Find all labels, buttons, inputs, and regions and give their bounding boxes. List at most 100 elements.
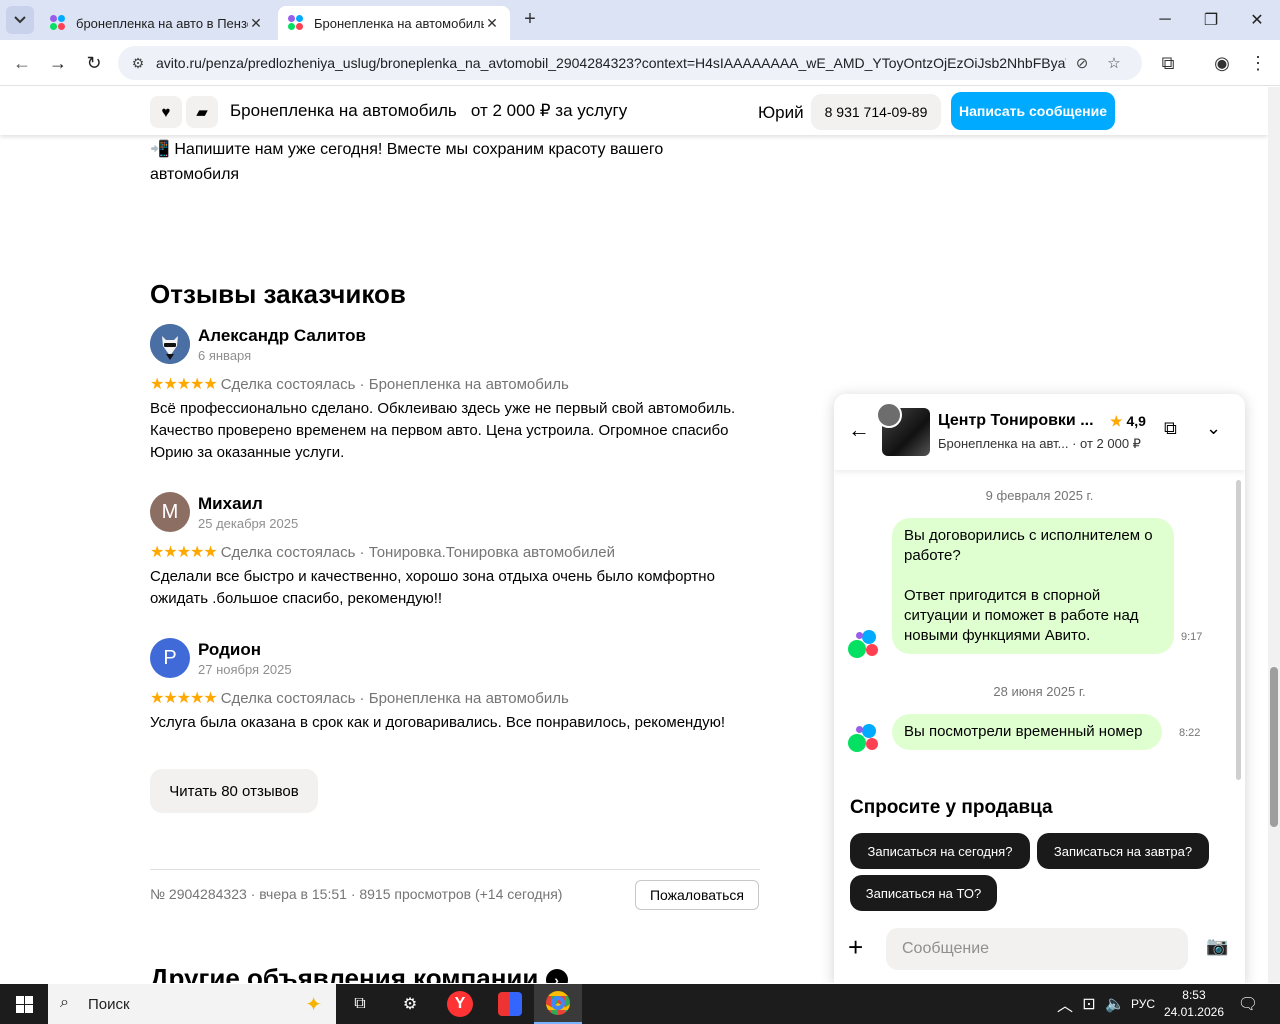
tray-chevron-up-icon[interactable]: ︿ bbox=[1052, 984, 1078, 1024]
browser-tab-1[interactable]: бронепленка на авто в Пензе ✕ bbox=[40, 6, 274, 40]
chevron-down-icon[interactable]: ⌄ bbox=[1206, 418, 1230, 442]
reviews-title: Отзывы заказчиков bbox=[150, 279, 406, 309]
message-input[interactable]: Сообщение bbox=[886, 928, 1188, 970]
location-off-icon[interactable]: ⊘ bbox=[1066, 49, 1098, 77]
note-button[interactable]: ▰ bbox=[186, 96, 218, 128]
attach-plus-icon[interactable]: + bbox=[848, 934, 872, 960]
yandex-browser-icon[interactable]: Y bbox=[436, 984, 484, 1024]
browser-tab-bar: бронепленка на авто в Пензе ✕ Бронепленк… bbox=[0, 0, 1280, 40]
shop-rating: ★ 4,9 bbox=[1110, 413, 1146, 430]
note-icon: ▰ bbox=[196, 104, 208, 121]
chat-shop-name[interactable]: Центр Тонировки ... bbox=[938, 412, 1098, 430]
ad-info: № 2904284323 · вчера в 15:51 · 8915 прос… bbox=[150, 886, 563, 902]
review-date: 6 января bbox=[198, 348, 252, 363]
bookmark-star-icon[interactable]: ☆ bbox=[1098, 49, 1130, 77]
quick-question-chip[interactable]: Записаться на завтра? bbox=[1037, 833, 1209, 869]
reviewer-name[interactable]: Родион bbox=[198, 640, 261, 660]
other-ads-title[interactable]: Другие объявления компании › bbox=[150, 963, 568, 983]
tab-search-button[interactable] bbox=[6, 6, 34, 34]
rating-stars-icon: ★★★★★ bbox=[150, 376, 218, 393]
rating-stars-icon: ★★★★★ bbox=[150, 690, 218, 707]
heart-icon: ♥ bbox=[161, 103, 171, 121]
address-bar[interactable]: ⚙ avito.ru/penza/predlozheniya_uslug/bro… bbox=[118, 46, 1142, 80]
minimize-button[interactable]: ─ bbox=[1142, 0, 1188, 40]
notifications-icon[interactable]: 🗨 bbox=[1230, 984, 1266, 1024]
start-button[interactable] bbox=[0, 984, 48, 1024]
review-text: Сделали все быстро и качественно, хорошо… bbox=[150, 568, 715, 607]
search-icon: ⌕ bbox=[60, 994, 69, 1011]
date-separator: 28 июня 2025 г. bbox=[993, 684, 1086, 699]
avatar[interactable]: Р bbox=[150, 638, 190, 678]
browser-toolbar: ← → ↻ ⚙ avito.ru/penza/predlozheniya_usl… bbox=[0, 40, 1280, 86]
review-date: 25 декабря 2025 bbox=[198, 516, 299, 531]
dog-avatar-icon bbox=[150, 324, 190, 364]
read-all-reviews-button[interactable]: Читать 80 отзывов bbox=[150, 769, 318, 813]
close-icon[interactable]: ✕ bbox=[484, 15, 500, 32]
reload-button[interactable]: ↻ bbox=[80, 49, 108, 77]
shop-avatar bbox=[876, 402, 902, 428]
task-view-icon[interactable]: ⧉ bbox=[336, 984, 384, 1024]
back-arrow-icon[interactable]: ← bbox=[848, 418, 872, 442]
seller-name[interactable]: Юрий bbox=[758, 103, 804, 123]
network-icon[interactable]: ⊡ bbox=[1076, 984, 1102, 1024]
page-scrollbar[interactable] bbox=[1268, 87, 1280, 983]
divider bbox=[150, 869, 760, 870]
settings-gear-icon[interactable]: ⚙ bbox=[386, 984, 434, 1024]
back-button[interactable]: ← bbox=[8, 49, 36, 77]
windows-logo-icon bbox=[15, 995, 33, 1013]
review-deal-info: Сделка состоялась · Тонировка.Тонировка … bbox=[220, 544, 615, 561]
forward-button[interactable]: → bbox=[44, 49, 72, 77]
avatar[interactable] bbox=[150, 324, 190, 364]
review-item: М Михаил 25 декабря 2025 ★★★★★ Сделка сос… bbox=[150, 492, 770, 612]
phone-button[interactable]: 8 931 714-09-89 bbox=[811, 94, 941, 130]
new-tab-button[interactable]: + bbox=[518, 8, 542, 32]
url-text[interactable]: avito.ru/penza/predlozheniya_uslug/brone… bbox=[156, 55, 1066, 71]
quick-question-chip[interactable]: Записаться на сегодня? bbox=[850, 833, 1030, 869]
close-icon[interactable]: ✕ bbox=[248, 15, 264, 32]
review-meta: ★★★★★ Сделка состоялась · Бронепленка на … bbox=[150, 374, 569, 394]
review-text: Услуга была оказана в срок как и договар… bbox=[150, 714, 725, 731]
browser-tab-2[interactable]: Бронепленка на автомобиль в Пензе ✕ bbox=[278, 6, 510, 40]
quick-question-chip[interactable]: Записаться на ТО? bbox=[850, 875, 997, 911]
review-text: Всё профессионально сделано. Обклеиваю з… bbox=[150, 400, 736, 461]
date-separator: 9 февраля 2025 г. bbox=[985, 488, 1094, 503]
review-meta: ★★★★★ Сделка состоялась · Тонировка.Тонир… bbox=[150, 542, 615, 562]
reviewer-name[interactable]: Александр Салитов bbox=[198, 326, 366, 346]
sticky-title: Бронепленка на автомобиль от 2 000 ₽ за … bbox=[230, 101, 628, 120]
scrollbar-thumb[interactable] bbox=[1270, 667, 1278, 827]
chat-message-bubble: Вы посмотрели временный номер bbox=[892, 714, 1162, 750]
chat-message-bubble: Вы договорились с исполнителем о работе?… bbox=[892, 518, 1174, 654]
taskbar: ⌕ Поиск ✦ ⧉ ⚙ Y ︿ ⊡ 🔈 РУС 8:53 24.01.2026… bbox=[0, 984, 1280, 1024]
favorite-button[interactable]: ♥ bbox=[150, 96, 182, 128]
profile-icon[interactable]: ◉ bbox=[1208, 49, 1236, 77]
volume-icon[interactable]: 🔈 bbox=[1102, 984, 1128, 1024]
app-launcher-icon[interactable] bbox=[486, 984, 534, 1024]
camera-icon[interactable]: 📷 bbox=[1206, 936, 1230, 960]
taskbar-search[interactable]: ⌕ Поиск ✦ bbox=[48, 984, 336, 1024]
menu-icon[interactable]: ⋮ bbox=[1244, 49, 1272, 77]
message-time: 8:22 bbox=[1179, 727, 1201, 739]
site-settings-icon[interactable]: ⚙ bbox=[128, 53, 148, 73]
chat-scrollbar[interactable] bbox=[1236, 480, 1241, 780]
sparkle-icon: ✦ bbox=[305, 994, 322, 1016]
clock[interactable]: 8:53 24.01.2026 bbox=[1164, 987, 1224, 1021]
avito-favicon-icon bbox=[288, 15, 304, 31]
tab-title: Бронепленка на автомобиль в Пензе bbox=[314, 15, 484, 31]
write-message-button[interactable]: Написать сообщение bbox=[951, 92, 1115, 130]
open-external-icon[interactable]: ⧉ bbox=[1164, 418, 1188, 442]
complain-button[interactable]: Пожаловаться bbox=[635, 880, 759, 910]
language-indicator[interactable]: РУС bbox=[1128, 984, 1158, 1024]
close-window-button[interactable]: ✕ bbox=[1234, 0, 1280, 40]
restore-button[interactable]: ❐ bbox=[1188, 0, 1234, 40]
extensions-icon[interactable]: ⧉ bbox=[1154, 49, 1182, 77]
reviewer-name[interactable]: Михаил bbox=[198, 494, 263, 514]
review-meta: ★★★★★ Сделка состоялась · Бронепленка на … bbox=[150, 688, 569, 708]
avatar[interactable]: М bbox=[150, 492, 190, 532]
chrome-icon[interactable] bbox=[534, 984, 582, 1024]
arrow-right-icon: › bbox=[545, 969, 568, 983]
sticky-header: ♥ ▰ Бронепленка на автомобиль от 2 000 ₽… bbox=[0, 87, 1268, 135]
chat-listing-subtitle: Бронепленка на авт... · от 2 000 ₽ bbox=[938, 436, 1141, 451]
chat-messages: 9 февраля 2025 г. Вы договорились с испо… bbox=[834, 470, 1245, 780]
chat-header: ← Центр Тонировки ... ★ 4,9 Бронепленка … bbox=[834, 394, 1245, 470]
other-ads-title-text: Другие объявления компании bbox=[150, 963, 539, 983]
